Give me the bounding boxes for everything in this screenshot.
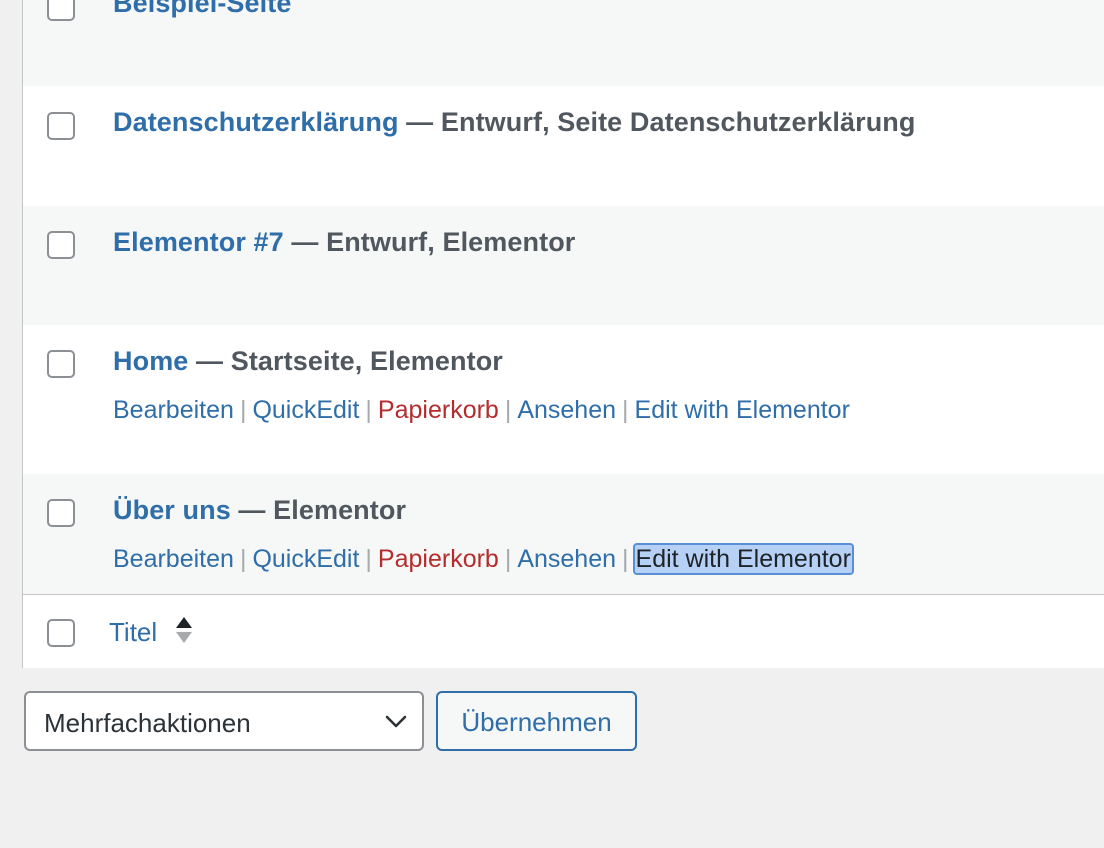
separator: | [504, 545, 512, 573]
column-title-sort-link[interactable]: Titel [109, 617, 157, 648]
row-title-line: Datenschutzerklärung — Entwurf, Seite Da… [113, 107, 915, 138]
row-title-link[interactable]: Elementor #7 [113, 227, 284, 257]
separator: | [239, 396, 247, 424]
row-actions: Bearbeiten | QuickEdit | Papierkorb | Ansehen |… [113, 543, 854, 575]
quickedit-link[interactable]: QuickEdit [252, 545, 359, 573]
table-row: Beispiel-Seite [23, 0, 1104, 86]
separator: | [622, 396, 629, 424]
row-title-suffix: — Entwurf, Seite Datenschutzerklärung [398, 107, 916, 137]
row-title-link[interactable]: Beispiel-Seite [113, 0, 291, 18]
select-all-checkbox[interactable] [47, 619, 75, 647]
apply-button[interactable]: Übernehmen [436, 691, 637, 751]
sort-arrows-icon[interactable] [175, 615, 193, 647]
quickedit-link[interactable]: QuickEdit [252, 396, 359, 424]
table-row: Datenschutzerklärung — Entwurf, Seite Da… [23, 86, 1104, 206]
separator: | [504, 396, 512, 424]
row-title-suffix: — Startseite, Elementor [188, 346, 503, 376]
edit-link[interactable]: Bearbeiten [113, 396, 234, 424]
edit-with-elementor-link[interactable]: Edit with Elementor [632, 543, 854, 575]
chevron-down-icon [385, 715, 407, 728]
row-title-link[interactable]: Über uns [113, 495, 231, 525]
edit-with-elementor-link[interactable]: Edit with Elementor [635, 396, 850, 424]
row-title-suffix: — Entwurf, Elementor [283, 227, 576, 257]
separator: | [365, 396, 372, 424]
view-link[interactable]: Ansehen [517, 396, 616, 424]
trash-link[interactable]: Papierkorb [378, 545, 499, 573]
separator: | [622, 545, 629, 573]
row-title-line: Elementor #7 — Entwurf, Elementor [113, 227, 575, 258]
row-checkbox[interactable] [47, 0, 75, 21]
row-title-link[interactable]: Home [113, 346, 188, 376]
row-checkbox[interactable] [47, 112, 75, 140]
table-row: Home — Startseite, Elementor Bearbeiten |… [23, 325, 1104, 474]
bulk-actions-select[interactable]: Mehrfachaktionen [24, 691, 424, 751]
separator: | [365, 545, 372, 573]
bulk-actions-selected-value: Mehrfachaktionen [44, 708, 251, 738]
row-title-line: Über uns — Elementor [113, 495, 406, 526]
table-footer: Titel [23, 594, 1104, 668]
row-title-line: Beispiel-Seite [113, 0, 291, 19]
edit-link[interactable]: Bearbeiten [113, 545, 234, 573]
row-title-link[interactable]: Datenschutzerklärung [113, 107, 399, 137]
row-checkbox[interactable] [47, 350, 75, 378]
table-row: Elementor #7 — Entwurf, Elementor [23, 206, 1104, 325]
pages-table: Beispiel-Seite Datenschutzerklärung — En… [22, 0, 1104, 668]
view-link[interactable]: Ansehen [517, 545, 616, 573]
trash-link[interactable]: Papierkorb [378, 396, 499, 424]
table-row: Über uns — Elementor Bearbeiten | QuickEdi… [23, 474, 1104, 594]
row-checkbox[interactable] [47, 231, 75, 259]
row-title-line: Home — Startseite, Elementor [113, 346, 503, 377]
row-title-suffix: — Elementor [230, 495, 407, 525]
row-checkbox[interactable] [47, 499, 75, 527]
row-actions: Bearbeiten | QuickEdit | Papierkorb | Ansehen |… [113, 396, 850, 425]
separator: | [239, 545, 247, 573]
